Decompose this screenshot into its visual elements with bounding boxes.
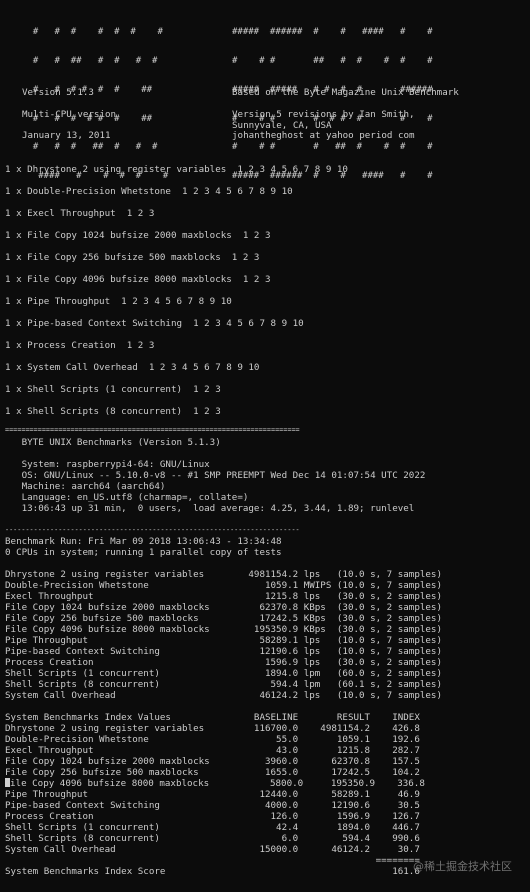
single-separator: ----------------------------------------… bbox=[5, 526, 300, 534]
sysinfo-line: Language: en_US.utf8 (charmap=, collate=… bbox=[5, 492, 249, 503]
index-row: Shell Scripts (1 concurrent) 42.4 1894.0… bbox=[5, 822, 420, 833]
version-label: Version 5.1.3 bbox=[22, 87, 94, 98]
multi-cpu-label: Multi-CPU version bbox=[22, 109, 117, 120]
based-on-label: Based on the Byte Magazine Unix Benchmar… bbox=[232, 87, 459, 98]
result-row: Pipe Throughput 58289.1 lps (10.0 s, 7 s… bbox=[5, 635, 442, 646]
progress-line: 1 x File Copy 1024 bufsize 2000 maxblock… bbox=[5, 230, 271, 241]
banner-right-row: # # # ## # # # # # bbox=[232, 55, 433, 66]
result-row: Dhrystone 2 using register variables 498… bbox=[5, 569, 442, 580]
index-row: Pipe Throughput 12440.0 58289.1 46.9 bbox=[5, 789, 420, 800]
benchmark-run-line: Benchmark Run: Fri Mar 09 2018 13:06:43 … bbox=[5, 536, 282, 547]
release-date-label: January 13, 2011 bbox=[22, 130, 111, 141]
sysinfo-line: BYTE UNIX Benchmarks (Version 5.1.3) bbox=[5, 437, 221, 448]
result-row: Pipe-based Context Switching 12190.6 lps… bbox=[5, 646, 442, 657]
result-row: File Copy 1024 bufsize 2000 maxblocks 62… bbox=[5, 602, 442, 613]
index-separator: ======== bbox=[5, 855, 420, 866]
result-row: Double-Precision Whetstone 1059.1 MWIPS … bbox=[5, 580, 442, 591]
index-row: System Call Overhead 15000.0 46124.2 30.… bbox=[5, 844, 420, 855]
banner-left-row: # # # # # # # bbox=[22, 27, 163, 38]
progress-line: 1 x Pipe-based Context Switching 1 2 3 4… bbox=[5, 318, 304, 329]
banner-left-row: # # # ## # # # bbox=[22, 142, 158, 153]
banner-right-row: ##### ###### # # #### # # bbox=[232, 27, 433, 38]
sysinfo-line: Machine: aarch64 (aarch64) bbox=[5, 481, 166, 492]
result-row: Shell Scripts (8 concurrent) 594.4 lpm (… bbox=[5, 679, 442, 690]
progress-line: 1 x File Copy 256 bufsize 500 maxblocks … bbox=[5, 252, 260, 263]
progress-line: 1 x System Call Overhead 1 2 3 4 5 6 7 8… bbox=[5, 362, 260, 373]
result-row: System Call Overhead 46124.2 lps (10.0 s… bbox=[5, 690, 442, 701]
index-row: Shell Scripts (8 concurrent) 6.0 594.4 9… bbox=[5, 833, 420, 844]
banner-left-row: # # ## # # # # bbox=[22, 55, 158, 66]
index-row: Double-Precision Whetstone 55.0 1059.1 1… bbox=[5, 734, 420, 745]
cpu-count-line: 0 CPUs in system; running 1 parallel cop… bbox=[5, 547, 282, 558]
index-row: Pipe-based Context Switching 4000.0 1219… bbox=[5, 800, 420, 811]
index-row: File Copy 256 bufsize 500 maxblocks 1655… bbox=[5, 767, 420, 778]
sysinfo-line: OS: GNU/Linux -- 5.10.0-v8 -- #1 SMP PRE… bbox=[5, 470, 426, 481]
contact-label: johantheghost at yahoo period com bbox=[232, 130, 415, 141]
progress-line: 1 x Shell Scripts (1 concurrent) 1 2 3 bbox=[5, 384, 221, 395]
result-row: Shell Scripts (1 concurrent) 1894.0 lpm … bbox=[5, 668, 442, 679]
index-header: System Benchmarks Index Values BASELINE … bbox=[5, 712, 420, 723]
progress-line: 1 x Double-Precision Whetstone 1 2 3 4 5… bbox=[5, 186, 293, 197]
progress-line: 1 x Execl Throughput 1 2 3 bbox=[5, 208, 155, 219]
index-row: Execl Throughput 43.0 1215.8 282.7 bbox=[5, 745, 420, 756]
sysinfo-line: 13:06:43 up 31 min, 0 users, load averag… bbox=[5, 503, 415, 514]
index-score-line: System Benchmarks Index Score 161.6 bbox=[5, 866, 420, 877]
progress-line: 1 x Process Creation 1 2 3 bbox=[5, 340, 155, 351]
result-row: File Copy 4096 bufsize 8000 maxblocks 19… bbox=[5, 624, 442, 635]
terminal-window[interactable]: # # # # # # # # # ## # # # # # # # # # #… bbox=[0, 0, 530, 892]
progress-line: 1 x Pipe Throughput 1 2 3 4 5 6 7 8 9 10 bbox=[5, 296, 232, 307]
watermark-text: @稀土掘金技术社区 bbox=[413, 860, 512, 873]
sysinfo-line: System: raspberrypi4-64: GNU/Linux bbox=[5, 459, 210, 470]
result-row: Process Creation 1596.9 lps (30.0 s, 2 s… bbox=[5, 657, 442, 668]
progress-line: 1 x Dhrystone 2 using register variables… bbox=[5, 164, 348, 175]
revisions-label: Version 5 revisions by Ian Smith, bbox=[232, 109, 415, 120]
index-row: Process Creation 126.0 1596.9 126.7 bbox=[5, 811, 420, 822]
banner-right-row: # # # # ## # # # # bbox=[232, 142, 433, 153]
result-row: File Copy 256 bufsize 500 maxblocks 1724… bbox=[5, 613, 442, 624]
index-row: Dhrystone 2 using register variables 116… bbox=[5, 723, 420, 734]
progress-line: 1 x File Copy 4096 bufsize 8000 maxblock… bbox=[5, 274, 271, 285]
double-separator: ========================================… bbox=[5, 426, 300, 434]
index-row: File Copy 1024 bufsize 2000 maxblocks 39… bbox=[5, 756, 420, 767]
result-row: Execl Throughput 1215.8 lps (30.0 s, 2 s… bbox=[5, 591, 442, 602]
index-row: ile Copy 4096 bufsize 8000 maxblocks 580… bbox=[10, 778, 425, 789]
unix-bench-ascii-banner: # # # # # # # # # ## # # # # # # # # # #… bbox=[0, 9, 433, 181]
index-row-with-cursor: ile Copy 4096 bufsize 8000 maxblocks 580… bbox=[5, 778, 425, 789]
progress-line: 1 x Shell Scripts (8 concurrent) 1 2 3 bbox=[5, 406, 221, 417]
